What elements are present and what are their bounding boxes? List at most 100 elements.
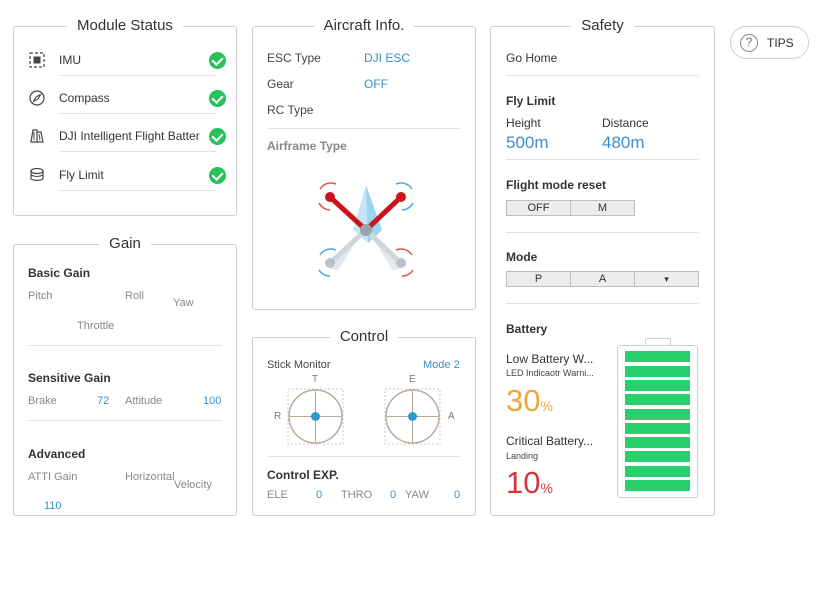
module-label: DJI Intelligent Flight Batter (59, 129, 200, 143)
mode-selector[interactable]: P A ▾ (506, 271, 699, 287)
low-battery-value: 30 (506, 383, 541, 418)
aircraft-info-title: Aircraft Info. (313, 17, 415, 34)
brake-label: Brake (28, 395, 57, 407)
battery-cap (645, 338, 671, 345)
critical-battery-readout[interactable]: 10% (506, 465, 553, 501)
critical-battery-unit: % (540, 480, 553, 496)
distance-label: Distance (602, 116, 649, 130)
chevron-down-icon[interactable]: ▾ (635, 272, 698, 286)
roll-label[interactable]: Roll (125, 290, 144, 302)
compass-icon (29, 90, 45, 106)
battery-level-gauge (617, 345, 698, 498)
tips-button[interactable]: ? TIPS (730, 26, 809, 59)
module-row-imu[interactable]: IMU (28, 50, 228, 72)
esc-type-value: DJI ESC (364, 51, 411, 65)
esc-type-label: ESC Type (267, 51, 321, 65)
gain-title: Gain (99, 235, 151, 252)
go-home-label[interactable]: Go Home (506, 51, 557, 65)
yaw-exp-value[interactable]: 0 (454, 489, 460, 501)
left-stick-top-label: T (312, 374, 319, 385)
battery-cell (625, 365, 690, 377)
advanced-heading: Advanced (28, 447, 86, 461)
battery-heading: Battery (506, 322, 548, 336)
check-icon (209, 167, 226, 184)
attitude-value[interactable]: 100 (203, 395, 221, 407)
control-title: Control (329, 328, 399, 345)
atti-gain-value[interactable]: 110 (44, 500, 62, 512)
imu-icon (29, 52, 45, 68)
attitude-label: Attitude (125, 395, 163, 407)
critical-battery-sub: Landing (506, 451, 539, 461)
basic-gain-heading: Basic Gain (28, 266, 91, 280)
airframe-type-label: Airframe Type (267, 139, 347, 153)
battery-cell (625, 351, 690, 363)
stick-mode-link[interactable]: Mode 2 (423, 359, 460, 371)
module-label: Fly Limit (59, 168, 104, 182)
module-status-title: Module Status (67, 17, 183, 34)
reset-m-option[interactable]: M (571, 201, 634, 215)
gear-value: OFF (364, 77, 388, 91)
yaw-label[interactable]: Yaw (173, 297, 194, 309)
ele-value[interactable]: 0 (316, 489, 322, 501)
throttle-label[interactable]: Throttle (77, 320, 114, 332)
flight-mode-reset-heading: Flight mode reset (506, 178, 607, 192)
left-stick-side-label: R (274, 411, 282, 422)
stick-monitor-label: Stick Monitor (267, 359, 331, 371)
low-battery-title: Low Battery W... (506, 352, 594, 366)
left-stick-monitor (287, 388, 344, 445)
mode-p-option[interactable]: P (507, 272, 571, 286)
right-stick-monitor (384, 388, 441, 445)
check-icon (209, 128, 226, 145)
fly-limit-icon (30, 167, 44, 182)
battery-cell (625, 465, 690, 477)
control-exp-heading: Control EXP. (267, 468, 339, 482)
atti-gain-label: ATTI Gain (28, 471, 78, 483)
gain-panel: Gain Basic Gain Pitch Roll Yaw Throttle … (13, 235, 237, 516)
flight-mode-reset-toggle[interactable]: OFF M (506, 200, 635, 216)
battery-cell (625, 451, 690, 463)
fly-limit-heading: Fly Limit (506, 94, 556, 108)
low-battery-readout[interactable]: 30% (506, 383, 553, 419)
critical-battery-value: 10 (506, 465, 541, 500)
module-row-compass[interactable]: Compass (28, 88, 228, 110)
quadcopter-airframe-image (318, 182, 414, 277)
reset-off-option[interactable]: OFF (507, 201, 571, 215)
yaw-exp-label: YAW (405, 489, 429, 501)
check-icon (209, 52, 226, 69)
mode-heading: Mode (506, 250, 538, 264)
thro-label: THRO (341, 489, 373, 501)
module-status-panel: Module Status IMU Compass DJI Intelligen… (13, 17, 237, 216)
battery-cell (625, 480, 690, 491)
module-row-battery[interactable]: DJI Intelligent Flight Batter (28, 126, 228, 148)
horizontal-label: Horizontal (125, 471, 175, 483)
brake-value[interactable]: 72 (97, 395, 109, 407)
module-row-fly-limit[interactable]: Fly Limit (28, 165, 228, 187)
height-label: Height (506, 116, 541, 130)
aircraft-info-panel: Aircraft Info. ESC Type DJI ESC Gear OFF… (252, 17, 476, 310)
battery-cell (625, 422, 690, 434)
low-battery-unit: % (540, 398, 553, 414)
sensitive-gain-heading: Sensitive Gain (28, 371, 111, 385)
battery-cell (625, 408, 690, 420)
height-value[interactable]: 500m (506, 133, 549, 153)
right-stick-top-label: E (409, 374, 416, 385)
mode-a-option[interactable]: A (571, 272, 635, 286)
safety-title: Safety (571, 17, 634, 34)
right-stick-side-label: A (448, 411, 455, 422)
control-panel: Control Stick Monitor Mode 2 T R E A Con… (252, 328, 476, 516)
battery-cell (625, 437, 690, 449)
battery-icon (30, 129, 44, 143)
pitch-label[interactable]: Pitch (28, 290, 52, 302)
tips-label: TIPS (767, 36, 794, 50)
battery-cell (625, 394, 690, 406)
ele-label: ELE (267, 489, 288, 501)
module-label: Compass (59, 91, 110, 105)
critical-battery-title: Critical Battery... (506, 434, 594, 448)
gear-label: Gear (267, 77, 294, 91)
distance-value[interactable]: 480m (602, 133, 645, 153)
module-label: IMU (59, 53, 81, 67)
battery-cell (625, 379, 690, 391)
thro-value[interactable]: 0 (390, 489, 396, 501)
rc-type-label: RC Type (267, 103, 314, 117)
check-icon (209, 90, 226, 107)
